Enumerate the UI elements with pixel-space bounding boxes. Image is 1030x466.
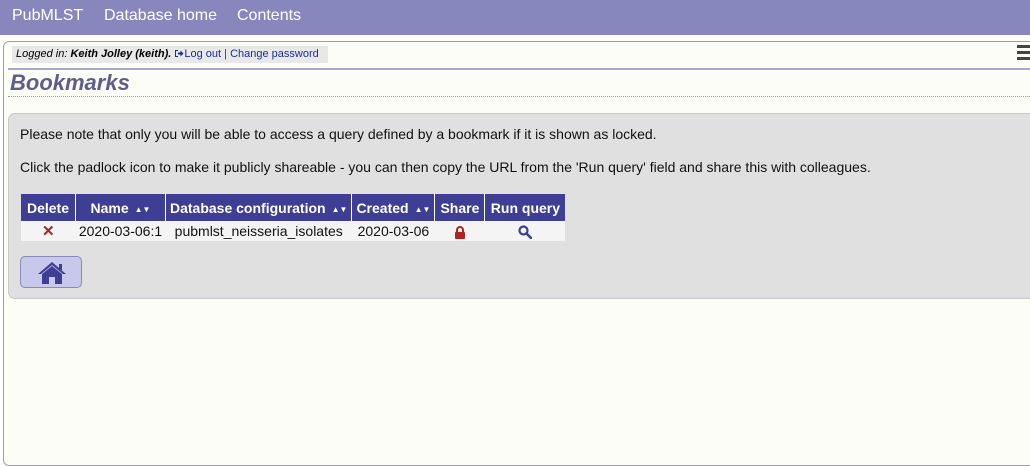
run-query-cell bbox=[484, 221, 566, 241]
sort-icon: ▲▼ bbox=[331, 204, 348, 214]
table-row: ✕ 2020-03-06:1 pubmlst_neisseria_isolate… bbox=[21, 221, 566, 241]
close-icon[interactable]: ✕ bbox=[42, 223, 55, 240]
note-locked: Please note that only you will be able t… bbox=[20, 126, 657, 142]
logout-label: Log out bbox=[184, 48, 222, 60]
bookmarks-table: Delete Name ▲▼ Database configuration ▲▼ C… bbox=[21, 194, 566, 241]
logout-link[interactable]: Log out bbox=[174, 48, 221, 60]
sort-icon: ▲▼ bbox=[414, 204, 431, 214]
logout-icon bbox=[175, 50, 184, 57]
menu-hamburger-icon[interactable] bbox=[1017, 45, 1030, 63]
share-cell bbox=[434, 221, 485, 241]
sort-icon: ▲▼ bbox=[134, 204, 151, 214]
top-nav-bar: PubMLST Database home Contents bbox=[0, 0, 1030, 35]
login-bar: Logged in: Keith Jolley (keith). Log out… bbox=[12, 46, 328, 63]
change-password-link[interactable]: Change password bbox=[230, 48, 319, 60]
name-cell: 2020-03-06:1 bbox=[75, 221, 166, 241]
logged-in-label: Logged in: bbox=[16, 48, 68, 60]
database-cell: pubmlst_neisseria_isolates bbox=[165, 221, 352, 241]
col-name-header[interactable]: Name ▲▼ bbox=[75, 194, 166, 221]
home-button[interactable] bbox=[20, 256, 82, 288]
table-header-row: Delete Name ▲▼ Database configuration ▲▼ C… bbox=[21, 194, 566, 221]
page-title: Bookmarks bbox=[10, 70, 130, 95]
col-share-header: Share bbox=[434, 194, 486, 221]
created-cell: 2020-03-06 bbox=[351, 221, 435, 241]
col-delete-header: Delete bbox=[21, 194, 76, 221]
search-icon[interactable] bbox=[518, 225, 533, 240]
nav-contents-link[interactable]: Contents bbox=[237, 7, 301, 25]
note-padlock: Click the padlock icon to make it public… bbox=[20, 159, 871, 175]
nav-database-home-link[interactable]: Database home bbox=[104, 7, 217, 25]
padlock-locked-icon[interactable] bbox=[454, 225, 466, 239]
logged-in-user: Keith Jolley (keith). bbox=[70, 48, 172, 60]
login-separator: | bbox=[224, 48, 227, 60]
nav-pubmlst-link[interactable]: PubMLST bbox=[12, 7, 83, 25]
title-bottom-rule bbox=[8, 96, 1030, 97]
home-icon bbox=[38, 262, 66, 284]
col-run-query-header: Run query bbox=[484, 194, 566, 221]
title-top-rule bbox=[8, 68, 1030, 70]
col-database-header[interactable]: Database configuration ▲▼ bbox=[165, 194, 353, 221]
delete-cell: ✕ bbox=[21, 221, 76, 241]
col-created-header[interactable]: Created ▲▼ bbox=[351, 194, 436, 221]
